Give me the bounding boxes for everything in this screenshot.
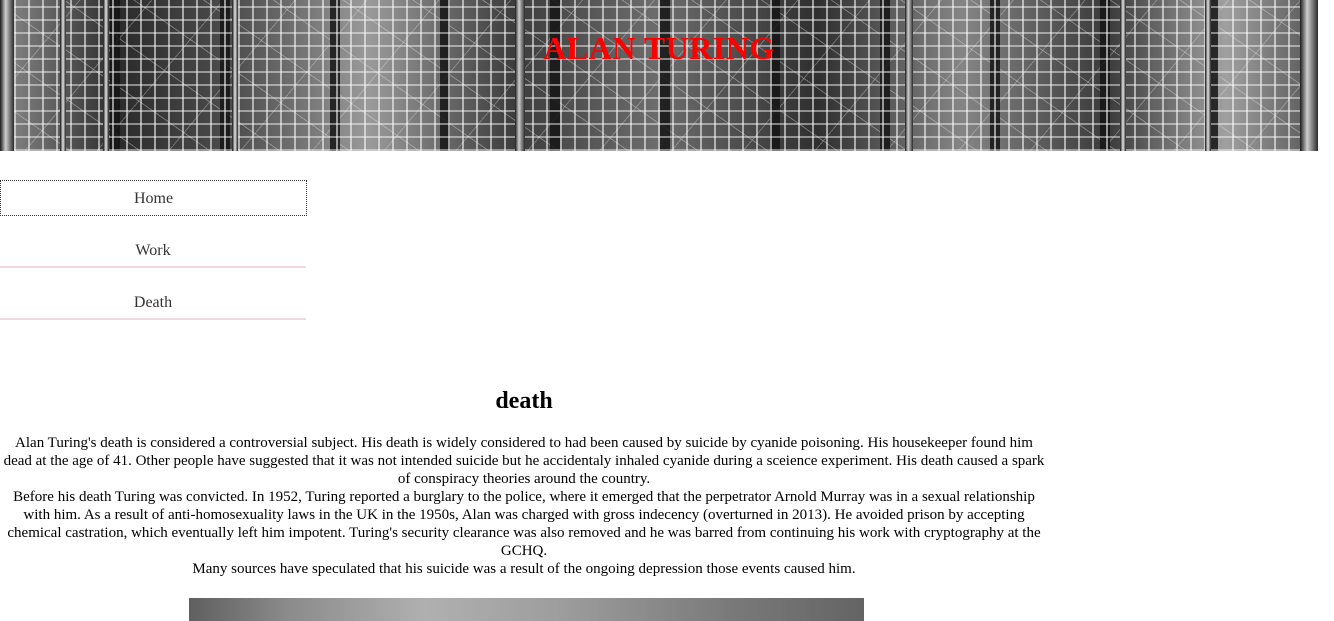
paragraph-speculation: Many sources have speculated that his su… <box>192 561 856 577</box>
paragraph-conviction: Before his death Turing was convicted. I… <box>7 489 1041 559</box>
banner-slat <box>232 0 238 151</box>
turing-photo <box>189 598 864 621</box>
banner-frame <box>1300 0 1318 151</box>
main-nav: Home Work Death <box>0 180 307 337</box>
header-banner: ALAN TURING <box>0 0 1318 151</box>
banner-slat <box>60 0 66 151</box>
main-content: death Alan Turing's death is considered … <box>0 386 1048 578</box>
nav-item-death[interactable]: Death <box>0 285 306 320</box>
paragraph-cause: Alan Turing's death is considered a cont… <box>3 435 1045 487</box>
banner-frame <box>0 0 14 151</box>
section-heading: death <box>495 388 553 414</box>
nav-item-work[interactable]: Work <box>0 233 306 268</box>
body-text: Alan Turing's death is considered a cont… <box>0 434 1048 578</box>
site-title: ALAN TURING <box>543 30 775 66</box>
nav-item-home[interactable]: Home <box>0 180 307 216</box>
banner-slat <box>1205 0 1211 151</box>
banner-slat <box>1120 0 1126 151</box>
banner-frame <box>905 0 913 151</box>
banner-frame <box>515 0 525 151</box>
banner-slat <box>103 0 109 151</box>
